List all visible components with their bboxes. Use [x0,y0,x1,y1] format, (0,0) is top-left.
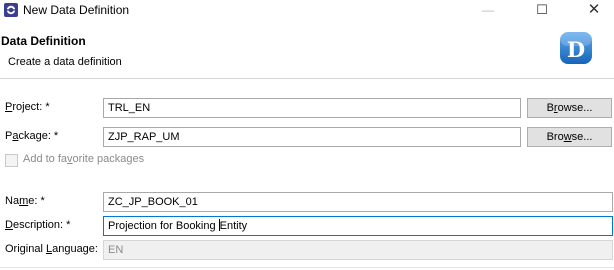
page-description: Create a data definition [8,56,122,68]
project-field[interactable]: TRL_EN [103,98,521,118]
window-title: New Data Definition [23,3,130,17]
description-label: Description: * [5,219,71,231]
name-label: Name: * [5,195,45,207]
original-language-label: Original Language: [5,243,98,255]
browse-package-button[interactable]: Browse... [527,127,612,147]
page-title: Data Definition [1,34,86,48]
package-label: Package: * [5,130,59,142]
divider [0,267,614,268]
data-definition-logo-icon: D [560,32,592,64]
original-language-field: EN [103,240,613,260]
browse-project-button[interactable]: Browse... [527,98,612,118]
minimize-button[interactable]: — [468,0,508,21]
title-bar: New Data Definition — ☐ ✕ [0,0,614,21]
logo-letter: D [567,37,585,62]
project-label: Project: * [5,101,50,113]
package-field[interactable]: ZJP_RAP_UM [103,127,521,147]
close-button[interactable]: ✕ [574,0,614,21]
maximize-button[interactable]: ☐ [522,0,562,21]
name-field[interactable]: ZC_JP_BOOK_01 [103,192,613,212]
favorites-checkbox-label: Add to favorite packages [23,153,145,165]
description-field[interactable]: Projection for Booking Entity [103,216,613,236]
eclipse-icon [4,3,18,17]
favorites-checkbox-box[interactable] [5,154,18,167]
wizard-header: Data Definition Create a data definition… [0,21,614,79]
